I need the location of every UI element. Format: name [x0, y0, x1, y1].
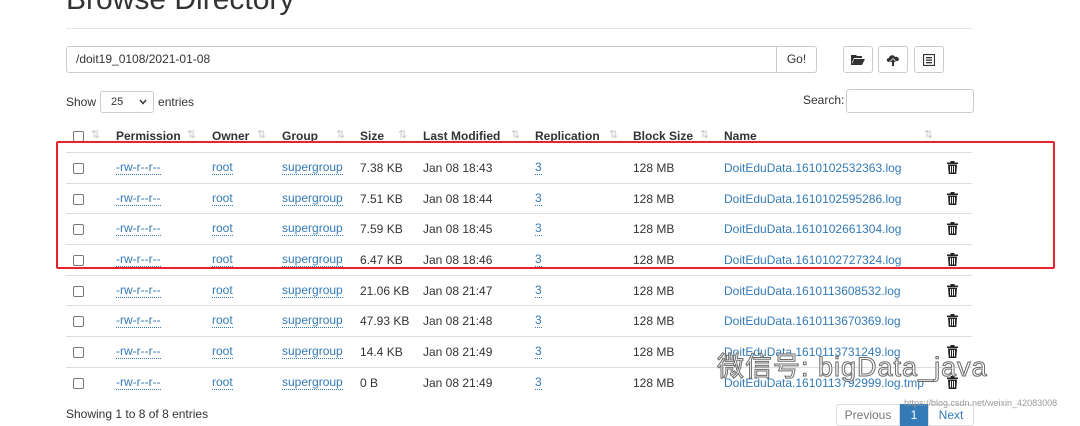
modified-cell: Jan 08 21:49	[423, 345, 493, 360]
group-link[interactable]: supergroup	[282, 345, 343, 360]
go-button[interactable]: Go!	[777, 46, 817, 73]
replication-link[interactable]: 3	[535, 375, 542, 390]
path-input[interactable]: /doit19_0108/2021-01-08	[66, 46, 777, 73]
path-bar: /doit19_0108/2021-01-08 Go!	[66, 46, 818, 73]
permission-link[interactable]: -rw-r--r--	[116, 345, 161, 360]
block-size-cell: 128 MB	[633, 345, 675, 360]
trash-icon[interactable]	[947, 283, 958, 297]
watermark-url: https://blog.csdn.net/weixin_42083008	[904, 398, 1058, 408]
title-divider	[66, 28, 972, 29]
block-size-cell: 128 MB	[633, 314, 675, 329]
table-row: -rw-r--r-- root supergroup 47.93 KB Jan …	[66, 305, 972, 336]
replication-link[interactable]: 3	[535, 345, 542, 360]
list-icon	[923, 53, 935, 66]
watermark-text: 微信号: bigData_java	[717, 352, 988, 383]
size-cell: 0 B	[360, 375, 379, 390]
sort-icon: ⇅	[187, 129, 197, 141]
owner-link[interactable]: root	[212, 345, 233, 360]
search-label: Search:	[803, 93, 845, 107]
group-link[interactable]: supergroup	[282, 314, 343, 329]
owner-link[interactable]: root	[212, 375, 233, 390]
permission-link[interactable]: -rw-r--r--	[116, 375, 161, 390]
highlight-box	[56, 141, 1055, 269]
trash-icon[interactable]	[947, 314, 958, 328]
sort-icon: ⇅	[91, 129, 101, 141]
create-directory-button[interactable]	[843, 46, 873, 73]
row-checkbox[interactable]	[73, 347, 84, 359]
search-input[interactable]	[846, 89, 974, 113]
entries-label: entries	[158, 95, 195, 109]
permission-link[interactable]: -rw-r--r--	[116, 283, 161, 298]
permission-link[interactable]: -rw-r--r--	[116, 314, 161, 329]
file-name-link[interactable]: DoitEduData.1610113670369.log	[724, 314, 901, 328]
modified-cell: Jan 08 21:47	[423, 283, 493, 298]
replication-link[interactable]: 3	[535, 283, 542, 298]
modified-cell: Jan 08 21:49	[423, 375, 493, 390]
sort-icon: ⇅	[511, 129, 521, 141]
group-link[interactable]: supergroup	[282, 283, 343, 298]
replication-link[interactable]: 3	[535, 314, 542, 329]
cut-paste-button[interactable]	[914, 46, 944, 73]
owner-link[interactable]: root	[212, 314, 233, 329]
entries-info: Showing 1 to 8 of 8 entries	[66, 407, 209, 421]
entries-select[interactable]: 25	[100, 91, 155, 113]
previous-page-button[interactable]: Previous	[836, 404, 900, 426]
table-row: -rw-r--r-- root supergroup 21.06 KB Jan …	[66, 274, 972, 306]
modified-cell: Jan 08 21:48	[423, 314, 493, 329]
size-cell: 21.06 KB	[360, 283, 410, 298]
owner-link[interactable]: root	[212, 283, 233, 298]
size-cell: 47.93 KB	[360, 314, 410, 329]
sort-icon: ⇅	[609, 129, 619, 141]
sort-icon: ⇅	[924, 129, 934, 141]
group-link[interactable]: supergroup	[282, 375, 343, 390]
size-cell: 14.4 KB	[360, 345, 403, 360]
sort-icon: ⇅	[257, 129, 267, 141]
show-label: Show	[66, 95, 97, 109]
sort-icon: ⇅	[398, 129, 408, 141]
upload-icon	[886, 54, 899, 66]
row-checkbox[interactable]	[73, 377, 84, 389]
sort-icon: ⇅	[336, 129, 346, 141]
block-size-cell: 128 MB	[633, 375, 675, 390]
sort-icon: ⇅	[700, 129, 710, 141]
row-checkbox[interactable]	[73, 285, 84, 297]
chevron-down-icon	[139, 99, 147, 105]
file-name-link[interactable]: DoitEduData.1610113608532.log	[724, 284, 901, 298]
entries-select-value: 25	[111, 96, 124, 108]
block-size-cell: 128 MB	[633, 283, 675, 298]
upload-button[interactable]	[878, 46, 908, 73]
folder-open-icon	[851, 54, 865, 65]
page-title: Browse Directory	[66, 0, 294, 18]
show-entries: Show 25 entries	[66, 90, 194, 114]
row-checkbox[interactable]	[73, 316, 84, 328]
